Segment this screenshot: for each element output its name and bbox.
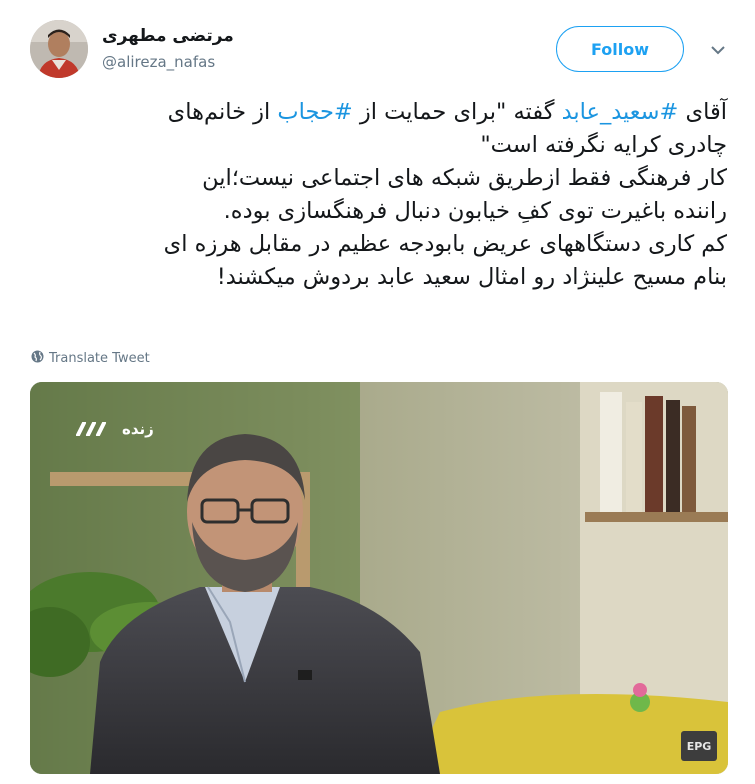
author-display-name[interactable]: مرتضی مطهری [102,26,234,46]
tweet-text-segment: از خانم‌های [167,99,278,125]
tweet-card: مرتضی مطهری @alireza_nafas Follow آقای #… [0,0,755,784]
tweet-line-5: کم کاری دستگاههای عریض بابودجه عظیم در م… [163,231,727,257]
hashtag-link[interactable]: #سعید_عابد [562,99,679,125]
translate-label: Translate Tweet [49,351,150,366]
follow-button[interactable]: Follow [556,26,684,72]
translate-tweet-link[interactable]: Translate Tweet [31,350,150,367]
hashtag-link[interactable]: #حجاب [277,99,352,125]
tweet-text-segment: آقای [678,99,728,125]
chevron-down-icon[interactable] [708,40,728,60]
tv-screenshot-image [30,382,728,774]
epg-badge: EPG [681,731,717,761]
live-badge: زنده [76,420,154,438]
globe-icon [31,350,44,367]
tweet-text-segment: گفته "برای حمایت از [352,99,562,125]
tweet-line-3: کار فرهنگی فقط ازطریق شبکه های اجتماعی ن… [202,165,727,191]
tweet-line-2: چادری کرایه نگرفته است" [480,132,727,158]
live-label: زنده [122,420,154,438]
channel-logo-icon [76,422,116,436]
tweet-line-6: بنام مسیح علینژاد رو امثال سعید عابد برد… [216,264,727,290]
tweet-line-1: آقای #سعید_عابد گفته "برای حمایت از #حجا… [27,96,727,129]
avatar[interactable] [30,20,88,78]
tweet-media[interactable]: زنده EPG [30,382,728,774]
tweet-line-4: راننده باغیرت توی کفِ خیابون دنبال فرهنگ… [223,198,727,224]
tweet-text: آقای #سعید_عابد گفته "برای حمایت از #حجا… [27,96,727,294]
author-handle[interactable]: @alireza_nafas [102,53,215,71]
